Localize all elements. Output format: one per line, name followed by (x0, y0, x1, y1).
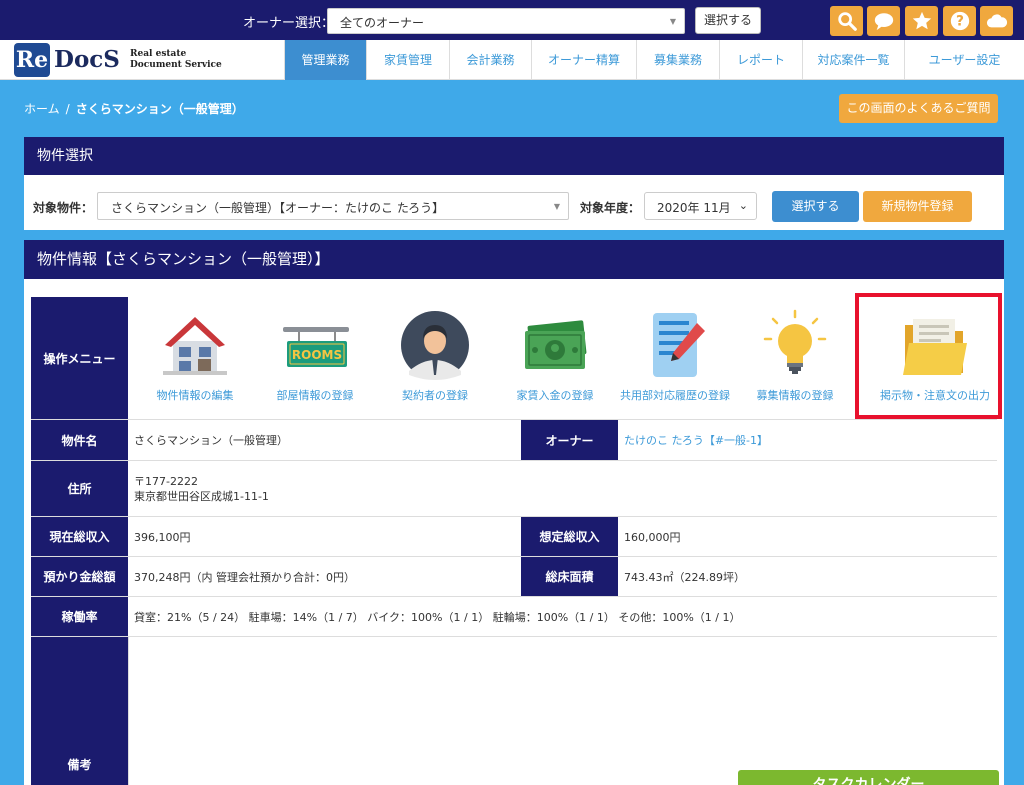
property-info-header: 物件情報【さくらマンション（一般管理）】 (24, 240, 1004, 279)
menu-register-contractor-label: 契約者の登録 (402, 389, 468, 402)
svg-text:ROOMS: ROOMS (292, 348, 342, 362)
address-street: 東京都世田谷区成城1-11-1 (134, 489, 269, 503)
expected-income-value: 160,000円 (624, 530, 681, 544)
operation-menu-row: 操作メニュー 物件情報の編集 ROOMS 部屋情報の登録 契約者の登録 家賃入金… (31, 297, 997, 419)
chevron-down-icon: ▼ (553, 202, 560, 211)
nav-item-report[interactable]: レポート (719, 40, 802, 80)
search-icon[interactable] (830, 6, 863, 36)
select-property-button[interactable]: 選択する (772, 191, 859, 222)
main-nav: Re DocS Real estate Document Service 管理業… (0, 40, 1024, 80)
expected-income-label: 想定総収入 (521, 517, 618, 556)
row-income: 現在総収入 396,100円 想定総収入 160,000円 (31, 516, 997, 556)
nav-item-owner-settlement[interactable]: オーナー精算 (531, 40, 636, 80)
nav-item-user-settings[interactable]: ユーザー設定 (904, 40, 1024, 80)
floor-area-value: 743.43㎡（224.89坪） (624, 570, 745, 584)
menu-edit-property[interactable]: 物件情報の編集 (135, 297, 255, 417)
row-property-name: 物件名 さくらマンション（一般管理） オーナー たけのこ たろう【#一般-1】 (31, 419, 997, 460)
chevron-down-icon: ▼ (669, 17, 676, 26)
current-income-label: 現在総収入 (31, 517, 128, 556)
svg-text:?: ? (956, 14, 964, 30)
property-select-header: 物件選択 (24, 137, 1004, 175)
row-occupancy: 稼働率 貸室：21%（5 / 24） 駐車場：14%（1 / 7） バイク：10… (31, 596, 997, 636)
logo[interactable]: Re DocS Real estate Document Service (14, 43, 274, 77)
breadcrumb-home[interactable]: ホーム (24, 102, 60, 116)
nav-item-accounting[interactable]: 会計業務 (449, 40, 531, 80)
notes-value (128, 637, 997, 785)
owner-select-button[interactable]: 選択する (695, 7, 761, 34)
logo-re: Re (14, 43, 50, 77)
occupancy-label: 稼働率 (31, 597, 128, 636)
task-calendar-button[interactable]: タスクカレンダー (738, 770, 999, 785)
cloud-icon[interactable] (980, 6, 1013, 36)
menu-register-common-area-history[interactable]: 共用部対応履歴の登録 (615, 297, 735, 417)
star-icon[interactable] (905, 6, 938, 36)
owner-link[interactable]: たけのこ たろう【#一般-1】 (618, 420, 997, 460)
property-name-label: 物件名 (31, 420, 128, 460)
notepad-icon (653, 313, 705, 377)
menu-register-rent-payment-label: 家賃入金の登録 (516, 389, 594, 402)
menu-edit-property-label: 物件情報の編集 (156, 389, 234, 402)
row-notes: 備考 (31, 636, 997, 785)
menu-register-common-area-history-label: 共用部対応履歴の登録 (620, 389, 730, 402)
address-value: 〒177-2222 東京都世田谷区成城1-11-1 (128, 461, 997, 516)
money-icon (525, 320, 587, 369)
menu-register-rooms[interactable]: ROOMS 部屋情報の登録 (255, 297, 375, 417)
deposit-value: 370,248円（内 管理会社預かり合計：0円） (134, 570, 355, 584)
property-label: 対象物件： (33, 201, 94, 215)
chat-icon[interactable] (867, 6, 900, 36)
new-property-button[interactable]: 新規物件登録 (863, 191, 972, 222)
breadcrumb: ホーム / さくらマンション（一般管理） (24, 100, 244, 117)
person-icon (401, 311, 469, 380)
row-address: 住所 〒177-2222 東京都世田谷区成城1-11-1 (31, 460, 997, 516)
breadcrumb-separator: / (65, 102, 70, 116)
year-label: 対象年度： (580, 201, 641, 215)
owner-select-label: オーナー選択： (243, 16, 335, 31)
current-income-value: 396,100円 (134, 530, 191, 544)
owner-select[interactable]: 全てのオーナー ▼ (327, 8, 685, 34)
notes-label: 備考 (31, 637, 128, 785)
logo-subtitle-1: Real estate (130, 49, 187, 59)
nav-item-cases[interactable]: 対応案件一覧 (802, 40, 904, 80)
menu-register-recruitment[interactable]: 募集情報の登録 (735, 297, 855, 417)
menu-register-recruitment-label: 募集情報の登録 (756, 389, 834, 402)
address-label: 住所 (31, 461, 128, 516)
logo-docs: DocS (54, 46, 120, 73)
menu-register-contractor[interactable]: 契約者の登録 (375, 297, 495, 417)
address-postal-code: 〒177-2222 (134, 474, 198, 488)
breadcrumb-current: さくらマンション（一般管理） (75, 102, 244, 116)
top-bar: オーナー選択： 全てのオーナー ▼ 選択する ? (0, 0, 1024, 40)
owner-label: オーナー (521, 420, 618, 460)
menu-register-rent-payment[interactable]: 家賃入金の登録 (495, 297, 615, 417)
property-select-value: さくらマンション（一般管理）【オーナー：たけのこ たろう】 (111, 201, 445, 215)
house-icon (163, 317, 227, 375)
highlight-box (855, 293, 1002, 419)
faq-button[interactable]: この画面のよくあるご質問 (839, 94, 998, 123)
floor-area-label: 総床面積 (521, 557, 618, 596)
row-deposit: 預かり金総額 370,248円（内 管理会社預かり合計：0円） 総床面積 743… (31, 556, 997, 596)
nav-item-management[interactable]: 管理業務 (284, 40, 366, 80)
property-select-panel: 対象物件： さくらマンション（一般管理）【オーナー：たけのこ たろう】 ▼ 対象… (24, 175, 1004, 230)
nav-item-rent[interactable]: 家賃管理 (366, 40, 449, 80)
help-icon[interactable]: ? (943, 6, 976, 36)
year-select[interactable]: 2020年 11月 ⌄ (644, 192, 757, 220)
property-name-value: さくらマンション（一般管理） (134, 434, 288, 447)
property-select[interactable]: さくらマンション（一般管理）【オーナー：たけのこ たろう】 ▼ (97, 192, 569, 220)
chevron-down-icon: ⌄ (738, 199, 748, 212)
lightbulb-icon (763, 309, 827, 374)
operation-menu-label: 操作メニュー (31, 297, 128, 419)
rooms-sign-icon: ROOMS (283, 327, 349, 367)
occupancy-value: 貸室：21%（5 / 24） 駐車場：14%（1 / 7） バイク：100%（1… (134, 610, 741, 624)
menu-register-rooms-label: 部屋情報の登録 (276, 389, 354, 402)
nav-item-recruitment[interactable]: 募集業務 (636, 40, 719, 80)
logo-subtitle-2: Document Service (130, 60, 222, 70)
deposit-label: 預かり金総額 (31, 557, 128, 596)
owner-select-value: 全てのオーナー (340, 16, 425, 30)
year-select-value: 2020年 11月 (657, 201, 731, 215)
